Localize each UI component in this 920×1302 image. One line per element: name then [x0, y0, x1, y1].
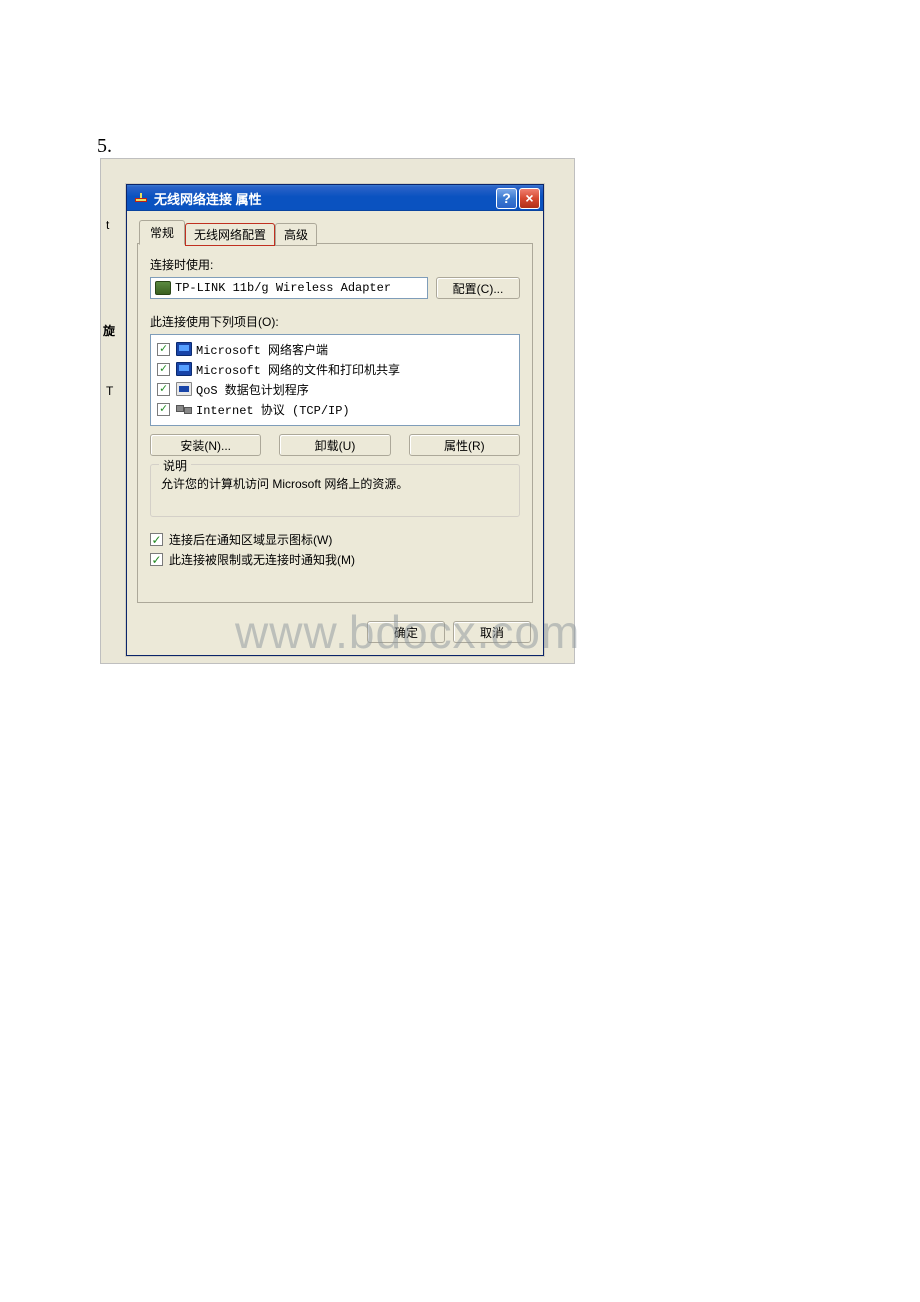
side-text-fragment: 旋 — [103, 322, 115, 339]
checkbox-show-icon[interactable]: ✓ — [150, 533, 163, 546]
tab-strip: 常规 无线网络配置 高级 — [137, 219, 533, 244]
checkbox-icon[interactable]: ✓ — [157, 403, 170, 416]
service-icon — [176, 362, 192, 376]
adapter-field[interactable]: TP-LINK 11b/g Wireless Adapter — [150, 277, 428, 299]
cancel-button[interactable]: 取消 — [453, 621, 531, 643]
dialog-footer: 确定 取消 — [127, 613, 543, 655]
side-text-fragment: t — [106, 218, 109, 232]
connection-items-list[interactable]: ✓ Microsoft 网络客户端 ✓ Microsoft 网络的文件和打印机共… — [150, 334, 520, 426]
adapter-name: TP-LINK 11b/g Wireless Adapter — [175, 281, 391, 295]
help-button[interactable]: ? — [496, 188, 517, 209]
connect-using-label: 连接时使用: — [150, 256, 520, 273]
protocol-icon — [176, 402, 192, 416]
items-label: 此连接使用下列项目(O): — [150, 313, 520, 330]
tab-wireless-config[interactable]: 无线网络配置 — [185, 223, 275, 246]
tab-panel-general: 连接时使用: TP-LINK 11b/g Wireless Adapter 配置… — [137, 243, 533, 603]
window-title: 无线网络连接 属性 — [154, 189, 494, 208]
list-item[interactable]: ✓ Microsoft 网络的文件和打印机共享 — [157, 359, 513, 379]
install-button[interactable]: 安装(N)... — [150, 434, 261, 456]
checkbox-icon[interactable]: ✓ — [157, 343, 170, 356]
show-icon-label: 连接后在通知区域显示图标(W) — [169, 531, 332, 548]
configure-button[interactable]: 配置(C)... — [436, 277, 520, 299]
titlebar[interactable]: 无线网络连接 属性 ? × — [127, 185, 543, 211]
list-item-label: Microsoft 网络客户端 — [196, 341, 328, 358]
properties-dialog: 无线网络连接 属性 ? × 常规 无线网络配置 高级 连接时使用: TP-LIN… — [126, 184, 544, 656]
notify-label: 此连接被限制或无连接时通知我(M) — [169, 551, 355, 568]
description-group: 说明 允许您的计算机访问 Microsoft 网络上的资源。 — [150, 464, 520, 517]
list-item[interactable]: ✓ Microsoft 网络客户端 — [157, 339, 513, 359]
tab-advanced[interactable]: 高级 — [275, 223, 317, 246]
checkbox-notify[interactable]: ✓ — [150, 553, 163, 566]
list-item[interactable]: ✓ QoS 数据包计划程序 — [157, 379, 513, 399]
ok-button[interactable]: 确定 — [367, 621, 445, 643]
window-icon — [133, 190, 149, 206]
properties-button[interactable]: 属性(R) — [409, 434, 520, 456]
list-item-label: Microsoft 网络的文件和打印机共享 — [196, 361, 400, 378]
checkbox-icon[interactable]: ✓ — [157, 383, 170, 396]
tab-general[interactable]: 常规 — [139, 220, 185, 245]
list-item[interactable]: ✓ Internet 协议 (TCP/IP) — [157, 399, 513, 419]
client-icon — [176, 342, 192, 356]
description-text: 允许您的计算机访问 Microsoft 网络上的资源。 — [161, 475, 509, 492]
page-number: 5. — [97, 135, 112, 158]
description-legend: 说明 — [159, 457, 191, 474]
uninstall-button[interactable]: 卸载(U) — [279, 434, 390, 456]
side-text-fragment: T — [106, 384, 113, 398]
dialog-body: 常规 无线网络配置 高级 连接时使用: TP-LINK 11b/g Wirele… — [127, 211, 543, 613]
list-item-label: Internet 协议 (TCP/IP) — [196, 401, 350, 418]
qos-icon — [176, 382, 192, 396]
close-button[interactable]: × — [519, 188, 540, 209]
list-item-label: QoS 数据包计划程序 — [196, 381, 309, 398]
network-adapter-icon — [155, 281, 171, 295]
checkbox-icon[interactable]: ✓ — [157, 363, 170, 376]
